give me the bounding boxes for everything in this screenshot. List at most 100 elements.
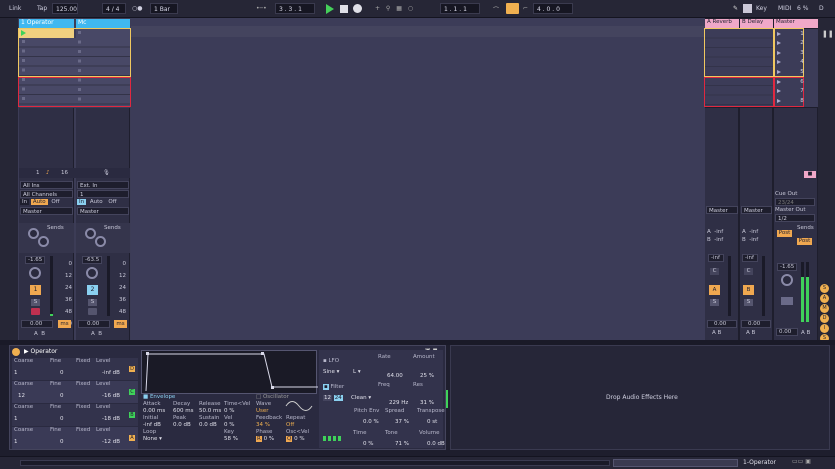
scene-launch-icon[interactable] [777, 80, 781, 84]
device-on-icon[interactable] [12, 348, 20, 356]
return-c-button-b[interactable]: C [744, 268, 753, 275]
loop-start-field[interactable]: 1 . 1 . 1 [440, 3, 480, 14]
link-button[interactable]: Link [9, 5, 21, 12]
solo-button-1[interactable]: S [31, 299, 40, 306]
pan-knob-1[interactable] [29, 267, 41, 279]
metronome-button[interactable]: ○● [132, 5, 142, 12]
return-b-send-b[interactable]: B -inf [742, 237, 758, 244]
return-volume-a[interactable]: -inf [708, 254, 724, 262]
master-pan-knob[interactable] [781, 274, 793, 286]
post-button-2[interactable]: Post [797, 238, 812, 245]
punch-out-icon[interactable]: ⌐ [523, 5, 528, 12]
osc-row[interactable]: Coarse Fine Fixed Level 1 0 -inf dB D [12, 358, 138, 380]
scene-2[interactable]: 2 [797, 40, 807, 47]
scene-launch-icon[interactable] [777, 70, 781, 74]
ms-toggle-1[interactable]: ms [58, 320, 71, 328]
scene-launch-icon[interactable] [777, 89, 781, 93]
return-activator-a[interactable]: A [709, 285, 720, 295]
scene-1[interactable]: 1 [797, 31, 807, 38]
return-c-button-a[interactable]: C [710, 268, 719, 275]
send-a-knob-1[interactable] [28, 228, 39, 239]
tempo-field[interactable]: 125.00 [52, 3, 78, 14]
filter-circuit-menu[interactable]: Clean ▾ [351, 395, 371, 402]
arm-button-1[interactable] [31, 308, 40, 315]
scene-launch-icon[interactable] [777, 60, 781, 64]
volume-field-1[interactable]: -1.65 [25, 256, 45, 264]
key-map-button[interactable]: Key [756, 5, 767, 12]
side-icon-d[interactable]: D [820, 314, 829, 323]
return-delay-a[interactable]: 0.00 [707, 320, 737, 328]
osc-row[interactable]: Coarse Fine Fixed Level 1 0 -12 dB A [12, 427, 138, 449]
side-icon-s[interactable]: S [820, 284, 829, 293]
input-channel-menu-1[interactable]: All Channels [20, 190, 73, 198]
side-icon-a[interactable]: A [820, 294, 829, 303]
return-b-send-a[interactable]: A -inf [742, 229, 758, 236]
envelope-tab[interactable]: ■ Envelope [143, 394, 175, 401]
time-signature-field[interactable]: 4 / 4 [102, 3, 126, 14]
side-icon-i[interactable]: I [820, 324, 829, 333]
track-activator-1[interactable]: 1 [30, 285, 41, 295]
filter-toggle[interactable]: ▪ Filter [323, 384, 344, 391]
input-type-menu-2[interactable]: Ext. In [77, 181, 129, 189]
scene-8[interactable]: 8 [797, 98, 807, 105]
return-delay-b[interactable]: 0.00 [741, 320, 771, 328]
loop-mode-menu[interactable]: None ▾ [143, 436, 162, 443]
automation-icon[interactable]: ♪ [46, 170, 50, 177]
return-volume-b[interactable]: -inf [742, 254, 758, 262]
midi-map-button[interactable]: MIDI [778, 5, 791, 12]
return-solo-a[interactable]: S [710, 299, 719, 306]
master-delay-field[interactable]: 0.00 [776, 328, 798, 336]
pan-knob-2[interactable] [86, 267, 98, 279]
loop-switch-icon[interactable] [506, 3, 519, 14]
oscillator-tab[interactable]: □ Oscillator [256, 394, 289, 401]
stop-button[interactable] [340, 5, 348, 13]
master-volume-field[interactable]: -1.65 [777, 263, 797, 271]
quantization-menu[interactable]: 1 Bar [150, 3, 178, 14]
pause-icon[interactable]: ❚❚ [822, 30, 834, 38]
monitor-switch-2[interactable]: In Auto Off [77, 199, 129, 207]
draw-mode-icon[interactable]: ✎ [733, 5, 738, 12]
scene-launch-icon[interactable] [777, 99, 781, 103]
scene-launch-icon[interactable] [777, 32, 781, 36]
crossfade-ab-1[interactable]: A B [34, 331, 45, 337]
return-header-delay[interactable]: B Delay [740, 19, 773, 28]
return-header-reverb[interactable]: A Reverb [705, 19, 739, 28]
return-a-send-a[interactable]: A -inf [707, 229, 723, 236]
overdub-icons[interactable]: + ⚲ ▦ ○ [375, 5, 415, 12]
scene-launch-icon[interactable] [777, 51, 781, 55]
osc-row[interactable]: Coarse Fine Fixed Level 12 0 -16 dB C [12, 381, 138, 403]
return-ab-b[interactable]: A B [746, 330, 755, 337]
loop-length-field[interactable]: 4 . 0 . 0 [533, 3, 573, 14]
overview-scroll[interactable] [613, 459, 738, 467]
return-output-menu-b[interactable]: Master [741, 206, 772, 214]
scene-4[interactable]: 4 [797, 59, 807, 66]
cue-volume-icon[interactable] [781, 297, 793, 305]
cue-out-menu[interactable]: 23/24 [775, 198, 815, 206]
return-output-menu-a[interactable]: Master [706, 206, 738, 214]
crossfade-ab-2[interactable]: A B [91, 331, 102, 337]
post-button-1[interactable]: Post [777, 230, 792, 237]
scene-5[interactable]: 5 [797, 69, 807, 76]
return-activator-b[interactable]: B [743, 285, 754, 295]
ms-toggle-2[interactable]: ms [114, 320, 127, 328]
master-ab[interactable]: A B [801, 330, 810, 337]
send-b-knob-2[interactable] [95, 236, 106, 247]
scene-6[interactable]: 6 [797, 79, 807, 86]
play-button[interactable] [326, 4, 334, 14]
arm-button-2[interactable] [88, 308, 97, 315]
envelope-display[interactable] [141, 350, 318, 394]
master-header[interactable]: Master [774, 19, 818, 28]
mic-icon[interactable]: 🎙 [103, 170, 110, 177]
lfo-toggle[interactable]: ▪ LFO [323, 358, 339, 365]
status-scroll[interactable] [20, 460, 610, 466]
side-icon-m[interactable]: M [820, 304, 829, 313]
input-channel-menu-2[interactable]: 1 [77, 190, 129, 198]
tap-button[interactable]: Tap [37, 5, 47, 12]
osc-row[interactable]: Coarse Fine Fixed Level 1 0 -18 dB B [12, 404, 138, 426]
delay-field-2[interactable]: 0.00 [78, 320, 110, 328]
record-button[interactable] [353, 4, 362, 13]
scene-7[interactable]: 7 [797, 88, 807, 95]
volume-field-2[interactable]: -63.5 [82, 256, 102, 264]
audio-effects-dropzone[interactable]: Drop Audio Effects Here [450, 345, 830, 450]
follow-icon[interactable]: •─• [256, 5, 267, 12]
